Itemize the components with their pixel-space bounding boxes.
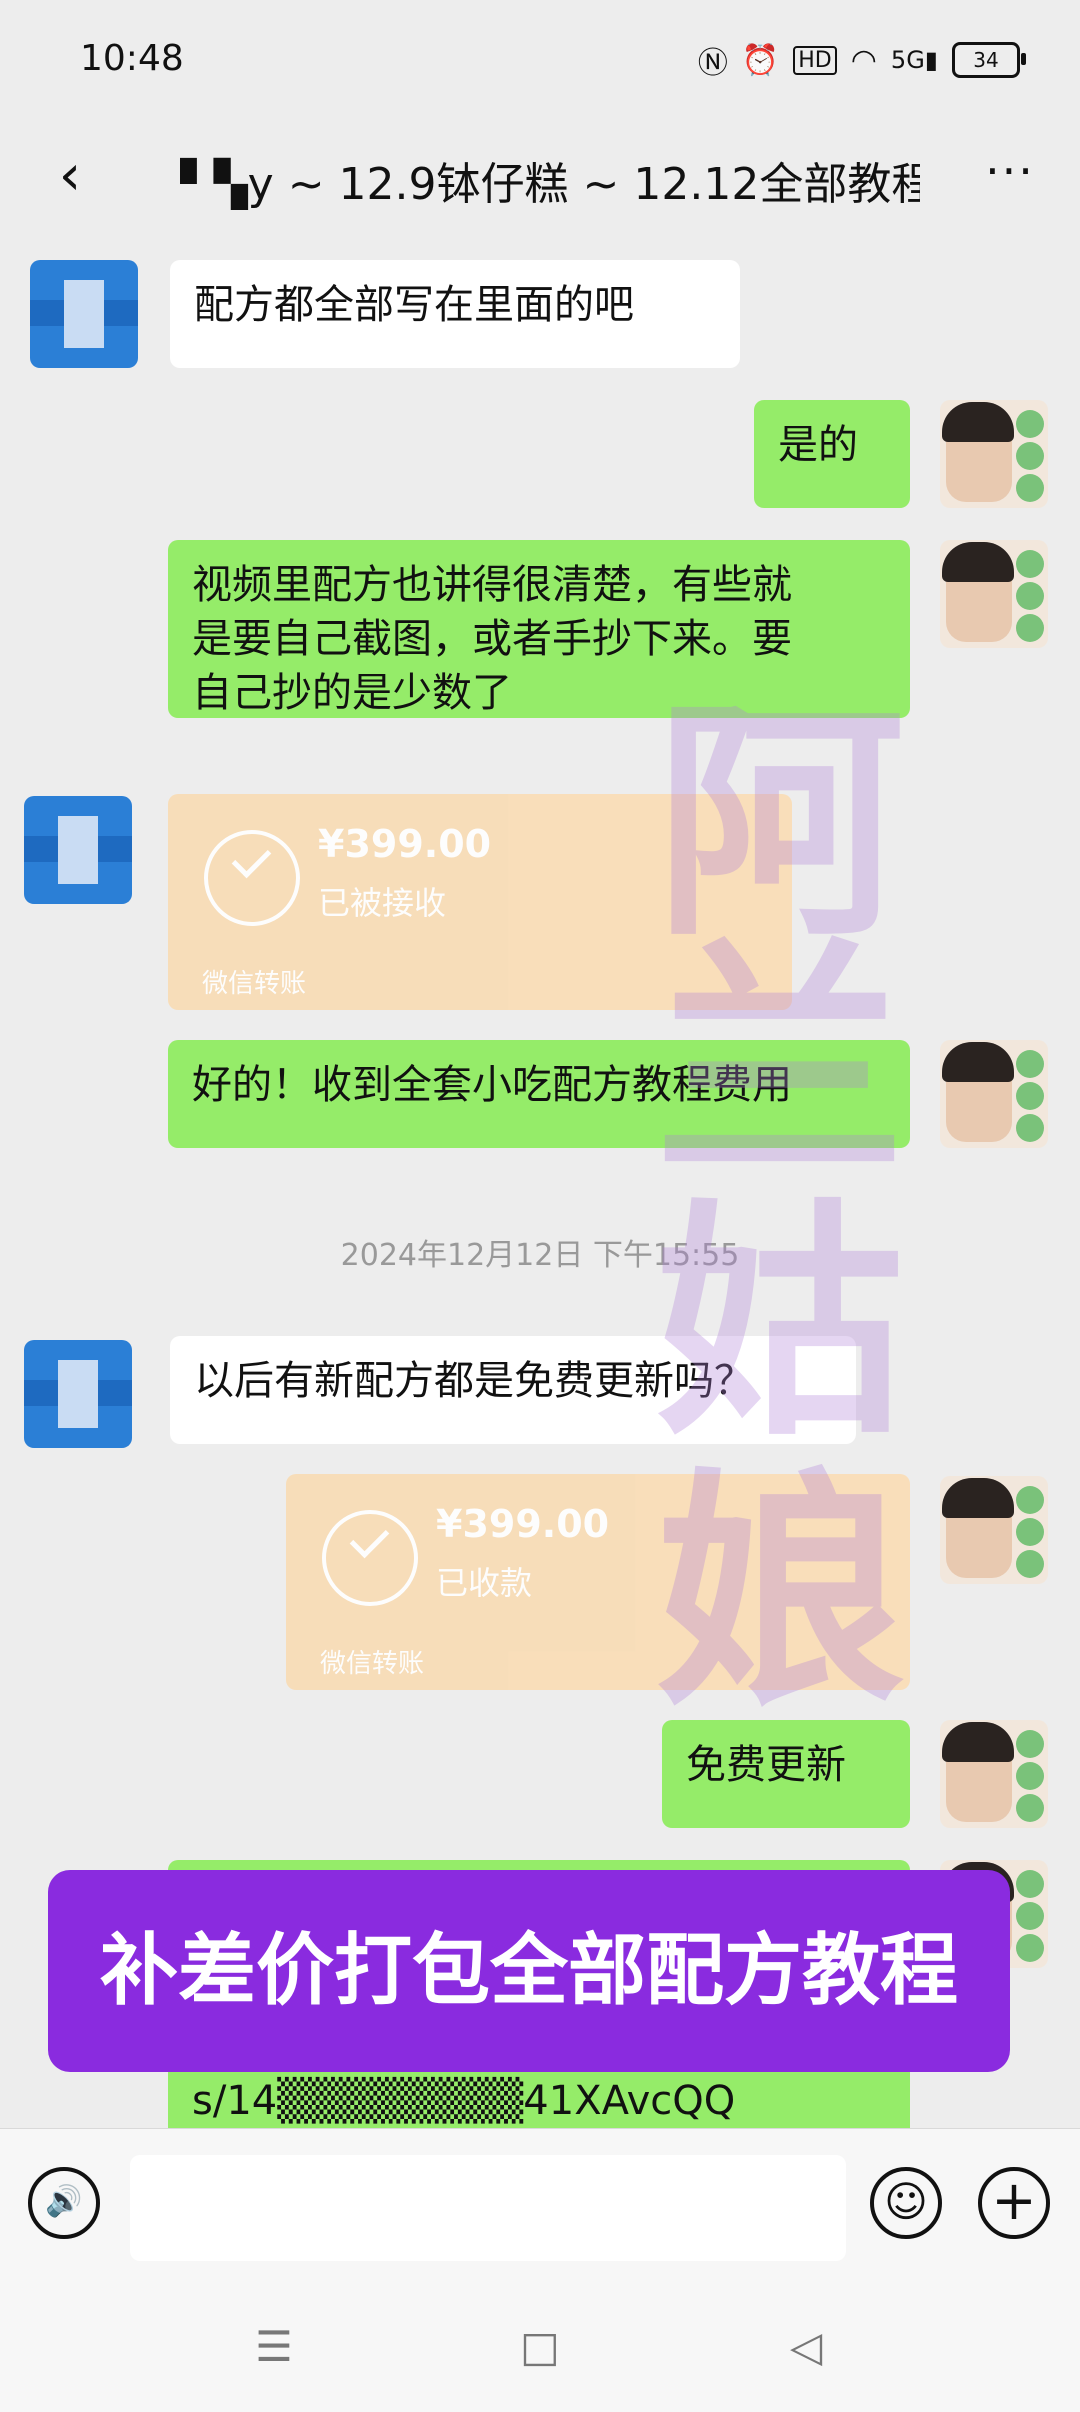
transfer-footer: 微信转账 xyxy=(320,1649,425,1679)
avatar-self[interactable] xyxy=(940,1476,1048,1584)
status-icons: Ⓝ ⏰ HD ◠ 5G▮ 34 xyxy=(697,38,1026,82)
message-bubble-sent[interactable]: 是的 xyxy=(754,400,910,508)
signal-5g-icon: 5G▮ xyxy=(890,46,938,74)
avatar-self[interactable] xyxy=(940,1040,1048,1148)
transfer-amount: ¥399.00 xyxy=(318,822,492,866)
back-icon[interactable]: ‹ xyxy=(40,146,100,206)
promo-banner: 补差价打包全部配方教程 xyxy=(48,1870,1010,2072)
message-bubble-received[interactable]: 配方都全部写在里面的吧 xyxy=(170,260,740,368)
check-icon xyxy=(322,1510,418,1606)
transfer-amount: ¥399.00 xyxy=(436,1502,610,1546)
back-nav-icon[interactable]: ◁ xyxy=(776,2322,836,2372)
status-bar: 10:48 Ⓝ ⏰ HD ◠ 5G▮ 34 xyxy=(0,0,1080,120)
message-text: s/14▒▒▒▒▒▒▒▒41XAvcQQ xyxy=(192,2078,736,2124)
avatar-contact[interactable] xyxy=(30,260,138,368)
transfer-status: 已被接收 xyxy=(318,884,447,922)
voice-icon[interactable]: 🔊 xyxy=(28,2167,100,2239)
transfer-status: 已收款 xyxy=(436,1564,533,1602)
chat-header: ‹ ▘▚y ~ 12.9钵仔糕 ~ 12.12全部教程 ··· xyxy=(0,120,1080,240)
menu-icon[interactable]: ☰ xyxy=(244,2322,304,2372)
more-icon[interactable]: ··· xyxy=(980,146,1040,206)
emoji-icon[interactable]: ☺ xyxy=(870,2167,942,2239)
message-input[interactable] xyxy=(130,2155,846,2261)
plus-icon[interactable]: + xyxy=(978,2167,1050,2239)
message-text: 配方都全部写在里面的吧 xyxy=(194,282,634,328)
promo-banner-text: 补差价打包全部配方教程 xyxy=(99,1926,958,2016)
avatar-self[interactable] xyxy=(940,540,1048,648)
avatar-self[interactable] xyxy=(940,1720,1048,1828)
message-line: 视频里配方也讲得很清楚，有些就 xyxy=(192,562,792,608)
watermark-char: 娘 xyxy=(655,1445,905,1739)
check-icon xyxy=(204,830,300,926)
system-nav-bar: ☰ □ ◁ xyxy=(0,2278,1080,2412)
status-time: 10:48 xyxy=(80,38,184,79)
avatar-contact[interactable] xyxy=(24,1340,132,1448)
nfc-icon: Ⓝ xyxy=(697,46,728,81)
home-icon[interactable]: □ xyxy=(510,2322,570,2372)
wifi-icon: ◠ xyxy=(850,42,877,78)
input-bar: 🔊 ☺ + xyxy=(0,2128,1080,2279)
transfer-footer: 微信转账 xyxy=(202,969,307,999)
message-text: 是的 xyxy=(778,422,858,468)
chat-title: ▘▚y ~ 12.9钵仔糕 ~ 12.12全部教程 xyxy=(180,159,920,210)
avatar-contact[interactable] xyxy=(24,796,132,904)
avatar-self[interactable] xyxy=(940,400,1048,508)
alarm-icon: ⏰ xyxy=(741,42,780,78)
battery-icon: 34 xyxy=(952,42,1026,78)
hd-icon: HD xyxy=(793,45,837,75)
chat-area[interactable]: 配方都全部写在里面的吧 是的 视频里配方也讲得很清楚，有些就 是要自己截图，或者… xyxy=(0,240,1080,2128)
